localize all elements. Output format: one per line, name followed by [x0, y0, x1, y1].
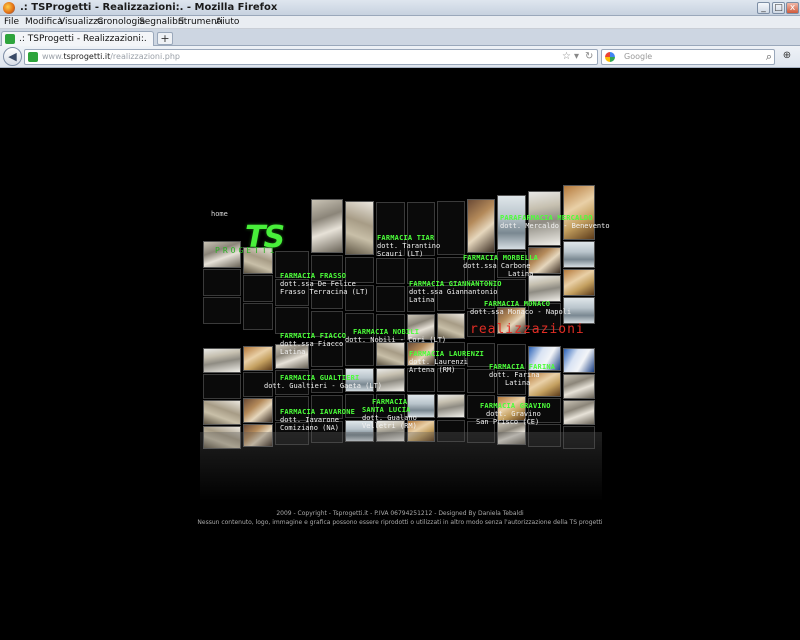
wall-tile	[275, 307, 309, 334]
project-thumbnail[interactable]	[528, 275, 561, 302]
wall-tile	[203, 269, 241, 296]
back-button[interactable]: ◀	[3, 47, 22, 66]
menu-modifica[interactable]: Modifica	[25, 17, 63, 27]
wall-tile	[203, 297, 241, 324]
project-thumbnail[interactable]	[467, 199, 495, 253]
home-link[interactable]: home	[211, 210, 228, 218]
tab-label: .: TSProgetti - Realizzazioni:.	[19, 34, 147, 44]
page-heading: realizzazioni	[470, 322, 585, 337]
tab-bar: .: TSProgetti - Realizzazioni:. +	[0, 29, 800, 46]
pharmacy-laurenzi[interactable]: FARMACIA LAURENZI dott. Laurenzi Artena …	[409, 350, 484, 374]
wall-tile	[203, 373, 241, 399]
maximize-button[interactable]: □	[772, 2, 785, 14]
pharmacy-monaco[interactable]: FARMACIA MONACO dott.ssa Monaco - Napoli	[470, 300, 571, 316]
page-content: home TS PROGETTI realizzazioni FARMACIA …	[0, 68, 800, 640]
pharmacy-gravino[interactable]: FARMACIA GRAVINO dott. Gravino San Prisc…	[476, 402, 551, 426]
progetti-logo-text: PROGETTI	[215, 246, 278, 255]
project-thumbnail[interactable]	[563, 373, 595, 399]
project-thumbnail[interactable]	[563, 241, 595, 268]
project-thumbnail[interactable]	[203, 347, 241, 373]
tile-wall	[0, 68, 800, 640]
project-thumbnail[interactable]	[376, 342, 405, 366]
reload-icon[interactable]: ↻	[585, 51, 593, 62]
favicon-icon	[5, 34, 15, 44]
footer-copyright: 2009 - Copyright - Tsprogetti.it - P.IVA…	[276, 510, 524, 517]
pharmacy-frasso[interactable]: FARMACIA FRASSO dott.ssa De Felice Frass…	[280, 272, 369, 296]
project-thumbnail[interactable]	[563, 347, 595, 373]
search-magnifier-icon[interactable]: ⌕	[766, 50, 772, 64]
page-menu-icon[interactable]: ⊕	[780, 50, 794, 64]
wall-tile	[243, 303, 273, 330]
url-text: www.tsprogetti.it/realizzazioni.php	[42, 52, 180, 61]
wall-tile	[243, 275, 273, 302]
google-icon[interactable]	[605, 52, 615, 62]
dropdown-arrow-icon[interactable]: ▾	[574, 51, 579, 62]
title-bar: .: TSProgetti - Realizzazioni:. - Mozill…	[0, 0, 800, 16]
new-tab-button[interactable]: +	[157, 32, 173, 45]
pharmacy-mercaldo[interactable]: PARAFARMACIA MERCALDO dott. Mercaldo - B…	[500, 214, 610, 230]
tab-realizzazioni[interactable]: .: TSProgetti - Realizzazioni:.	[1, 31, 154, 46]
wall-tile	[376, 286, 405, 312]
wall-reflection	[200, 432, 602, 502]
pharmacy-gualtieri[interactable]: FARMACIA GUALTIERI dott. Gualtieri - Gae…	[264, 374, 382, 390]
navigation-bar: ◀ www.tsprogetti.it/realizzazioni.php ☆ …	[0, 46, 800, 68]
window-title: .: TSProgetti - Realizzazioni:. - Mozill…	[20, 2, 278, 13]
footer: 2009 - Copyright - Tsprogetti.it - P.IVA…	[0, 510, 800, 527]
minimize-button[interactable]: _	[757, 2, 770, 14]
project-thumbnail[interactable]	[563, 185, 595, 240]
project-thumbnail[interactable]	[563, 269, 595, 296]
wall-tile	[345, 342, 374, 367]
pharmacy-farina[interactable]: FARMACIA FARINA dott. Farina Latina	[489, 363, 555, 387]
pharmacy-santa-lucia[interactable]: FARMACIA SANTA LUCIA dott. Gualano Velle…	[362, 398, 417, 430]
browser-window: .: TSProgetti - Realizzazioni:. - Mozill…	[0, 0, 800, 640]
search-placeholder: Google	[624, 52, 653, 61]
project-thumbnail[interactable]	[243, 345, 273, 371]
search-box[interactable]: Google ⌕	[601, 49, 775, 65]
firefox-icon	[3, 2, 15, 14]
pharmacy-fiacco[interactable]: FARMACIA FIACCO dott.ssa Fiacco Latina	[280, 332, 346, 356]
project-thumbnail[interactable]	[345, 201, 374, 255]
pharmacy-tiar[interactable]: FARMACIA TIAR dott. Tarantino Scauri (LT…	[377, 234, 440, 258]
close-button[interactable]: x	[786, 2, 799, 14]
address-bar[interactable]: www.tsprogetti.it/realizzazioni.php ☆ ▾ …	[24, 49, 598, 65]
menu-cronologia[interactable]: Cronologia	[97, 17, 145, 27]
menu-bar: File Modifica Visualizza Cronologia Segn…	[0, 16, 800, 29]
wall-tile	[437, 201, 465, 255]
wall-tile	[376, 258, 405, 284]
project-thumbnail[interactable]	[563, 399, 595, 425]
menu-aiuto[interactable]: Aiuto	[216, 17, 239, 27]
project-thumbnail[interactable]	[437, 394, 465, 419]
pharmacy-nobili[interactable]: FARMACIA NOBILI dott. Nobili - Cori (LT)	[345, 328, 446, 344]
menu-file[interactable]: File	[4, 17, 19, 27]
project-thumbnail[interactable]	[311, 199, 343, 253]
pharmacy-iavarone[interactable]: FARMACIA IAVARONE dott. Iavarone Comizia…	[280, 408, 355, 432]
project-thumbnail[interactable]	[243, 397, 273, 423]
site-favicon-icon	[28, 52, 38, 62]
home-logo-link[interactable]: home TS PROGETTI	[205, 210, 305, 258]
project-thumbnail[interactable]	[203, 399, 241, 425]
bookmark-star-icon[interactable]: ☆	[562, 51, 571, 62]
pharmacy-morbella[interactable]: FARMACIA MORBELLA dott.ssa Carbone Latin…	[463, 254, 538, 278]
footer-notice: Nessun contenuto, logo, immagine e grafi…	[197, 518, 603, 526]
